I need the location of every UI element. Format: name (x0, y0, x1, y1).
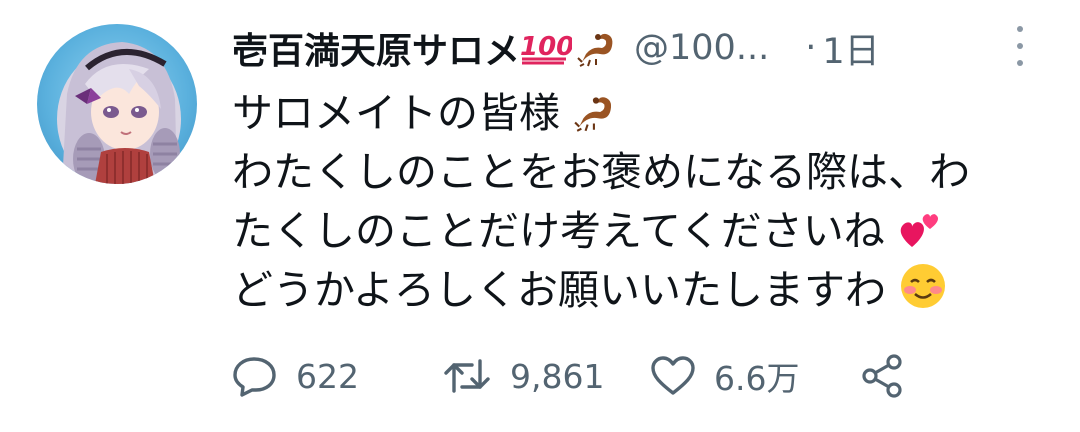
tweet-line-2: わたくしのことをお褒めになる際は、わ (232, 148, 970, 196)
hundred-points-emoji: 100 (520, 32, 572, 65)
retweet-button[interactable]: 9,861 (442, 355, 650, 397)
display-name[interactable]: 壱百満天原サロメ (232, 22, 520, 74)
separator-dot: · (805, 28, 817, 68)
tweet-header: 壱百満天原サロメ 100 @100... · 1日 (232, 20, 880, 76)
like-button[interactable]: 6.6万 (650, 352, 860, 400)
tweet-line-4: どうかよろしくお願いいたしますわ (232, 261, 1032, 320)
scorpion-emoji (574, 97, 612, 132)
share-icon (862, 354, 902, 398)
timestamp[interactable]: 1日 (822, 23, 879, 74)
heart-icon (651, 356, 695, 395)
tweet-line-1: サロメイトの皆様 (232, 84, 1032, 143)
more-vertical-icon[interactable] (1008, 26, 1032, 66)
two-hearts-emoji (900, 214, 938, 247)
retweet-icon (444, 359, 490, 393)
scorpion-emoji (577, 33, 613, 67)
user-handle[interactable]: @100... (634, 28, 769, 68)
reply-button[interactable]: 622 (232, 355, 442, 397)
tweet-card[interactable]: 壱百満天原サロメ 100 @100... · 1日 サロメイトの皆様 わたくしの… (0, 0, 1080, 432)
tweet-text: サロメイトの皆様 わたくしのことをお褒めになる際は、わ たくしのことだけ考えてく… (232, 84, 1032, 320)
action-bar: 622 9,861 6.6万 (232, 348, 906, 404)
reply-count: 622 (296, 356, 359, 396)
like-count: 6.6万 (714, 359, 800, 398)
share-button[interactable] (860, 353, 906, 399)
reply-icon (233, 357, 276, 397)
avatar-illustration (57, 42, 181, 184)
tweet-line-3: たくしのことだけ考えてくださいね (232, 202, 1032, 261)
retweet-count: 9,861 (510, 356, 605, 396)
smiling-face-emoji (901, 264, 945, 308)
avatar[interactable] (37, 24, 197, 184)
